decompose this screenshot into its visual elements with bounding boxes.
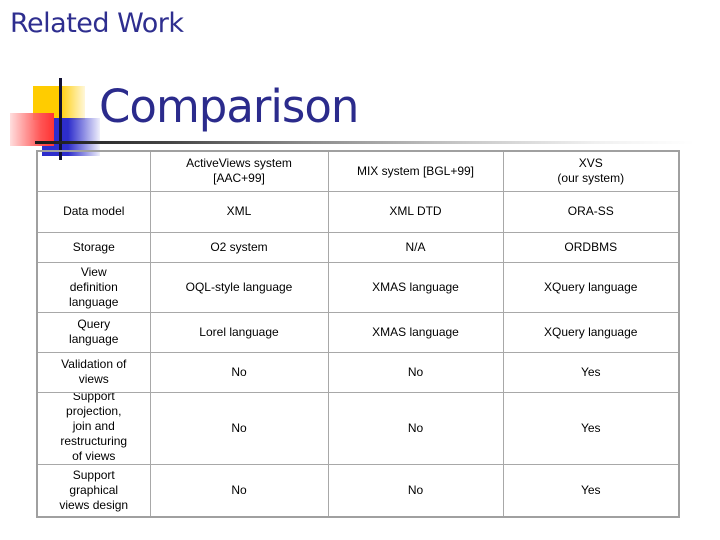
value-cell: XMAS language [327,261,504,313]
decor-yellow-square-icon [33,86,85,120]
slide-title: Comparison [99,80,359,133]
table-row: Data model XML XML DTD ORA-SS [36,190,680,233]
value-cell: ORDBMS [502,231,680,263]
value-cell: N/A [327,231,504,263]
table-row: Storage O2 system N/A ORDBMS [36,231,680,263]
value-cell: ORA-SS [502,190,680,233]
value-cell: XQuery language [502,261,680,313]
value-cell: No [327,463,504,518]
decor-vertical-bar [59,78,62,160]
table-row: View definition language OQL-style langu… [36,261,680,313]
row-feature-cell: Query language [36,311,151,353]
value-cell: No [149,351,329,393]
value-cell: No [327,351,504,393]
row-feature-cell: Validation of views [36,351,151,393]
value-cell: OQL-style language [149,261,329,313]
title-underline [35,141,695,144]
row-feature-cell: Support graphical views design [36,463,151,518]
row-feature-cell: Storage [36,231,151,263]
table-row: Validation of views No No Yes [36,351,680,393]
value-cell: XML DTD [327,190,504,233]
section-title: Related Work [10,8,184,39]
row-feature-cell: Support projection, join and restructuri… [36,391,151,465]
value-cell: Yes [502,351,680,393]
row-feature-text: Support projection, join and restructuri… [60,392,128,463]
value-cell: O2 system [149,231,329,263]
value-cell: Lorel language [149,311,329,353]
table-row: Support projection, join and restructuri… [36,391,680,465]
header-cell-empty [36,150,151,192]
header-cell-activeviews: ActiveViews system [AAC+99] [149,150,329,192]
value-cell: Yes [502,463,680,518]
row-feature-cell: View definition language [36,261,151,313]
decor-red-square-icon [10,113,54,146]
header-cell-xvs: XVS (our system) [502,150,680,192]
value-cell: XQuery language [502,311,680,353]
table-header-row: ActiveViews system [AAC+99] MIX system [… [36,150,680,192]
table-row: Query language Lorel language XMAS langu… [36,311,680,353]
table-row: Support graphical views design No No Yes [36,463,680,518]
comparison-table: ActiveViews system [AAC+99] MIX system [… [36,150,680,518]
value-cell: No [149,463,329,518]
value-cell: No [327,391,504,465]
value-cell: XMAS language [327,311,504,353]
header-cell-mix: MIX system [BGL+99] [327,150,504,192]
value-cell: No [149,391,329,465]
value-cell: Yes [502,391,680,465]
row-feature-cell: Data model [36,190,151,233]
value-cell: XML [149,190,329,233]
